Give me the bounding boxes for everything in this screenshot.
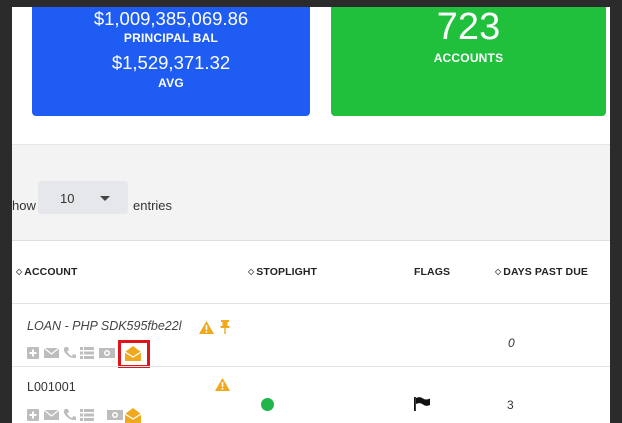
accounts-table: ◇ ACCOUNT ◇ STOPLIGHT FLAGS ◇ DAYS PAST DUE… [12, 240, 610, 423]
money-icon[interactable] [107, 409, 123, 421]
sort-icon: ◇ [495, 267, 502, 276]
envelope-icon[interactable] [44, 347, 59, 359]
row-actions [27, 408, 157, 423]
pushpin-icon[interactable] [219, 320, 231, 334]
main-panel: $1,009,385,069.86 PRINCIPAL BAL $1,529,3… [12, 7, 610, 423]
warning-icon [215, 378, 230, 391]
plus-icon[interactable] [27, 347, 41, 359]
plus-icon[interactable] [27, 409, 41, 421]
list-icon[interactable] [80, 409, 94, 421]
principal-balance-label: PRINCIPAL BAL [123, 31, 219, 45]
chevron-down-icon [100, 196, 110, 201]
table-controls: how 10 entries [12, 144, 610, 240]
stoplight-green-indicator [261, 398, 274, 411]
phone-icon[interactable] [63, 347, 77, 359]
accounts-label: ACCOUNTS [433, 51, 504, 65]
column-header-account[interactable]: ◇ ACCOUNT [16, 266, 77, 278]
black-flag-icon [414, 397, 430, 411]
principal-balance-value: $1,009,385,069.86 [93, 8, 249, 29]
sort-icon: ◇ [248, 267, 255, 276]
column-header-stoplight[interactable]: ◇ STOPLIGHT [248, 266, 317, 278]
summary-cards: $1,009,385,069.86 PRINCIPAL BAL $1,529,3… [12, 7, 610, 144]
sort-icon: ◇ [16, 267, 23, 276]
highlighted-open-envelope-button[interactable] [118, 340, 150, 368]
money-icon[interactable] [99, 347, 115, 359]
show-label: how [12, 198, 36, 213]
phone-icon[interactable] [63, 409, 77, 421]
accounts-count: 723 [436, 7, 501, 48]
average-label: AVG [158, 76, 184, 90]
column-header-flags[interactable]: FLAGS [414, 266, 450, 278]
principal-balance-card: $1,009,385,069.86 PRINCIPAL BAL $1,529,3… [32, 7, 310, 116]
entries-per-page-select[interactable]: 10 [38, 181, 128, 214]
account-name[interactable]: L001001 [27, 380, 76, 394]
list-icon[interactable] [80, 347, 94, 359]
days-past-due-value: 3 [507, 398, 514, 412]
entries-per-page-value: 10 [60, 191, 75, 206]
account-name[interactable]: LOAN - PHP SDK595fbe22l [27, 319, 181, 333]
accounts-card: 723 ACCOUNTS [331, 7, 606, 116]
header-divider [12, 303, 610, 304]
warning-icon [199, 321, 214, 334]
column-header-days-past-due[interactable]: ◇ DAYS PAST DUE [495, 266, 588, 278]
envelope-icon[interactable] [44, 409, 59, 421]
average-value: $1,529,371.32 [111, 52, 231, 73]
row-divider [12, 366, 610, 367]
days-past-due-value: 0 [508, 336, 515, 350]
entries-label: entries [133, 198, 173, 213]
open-envelope-icon[interactable] [125, 408, 141, 423]
